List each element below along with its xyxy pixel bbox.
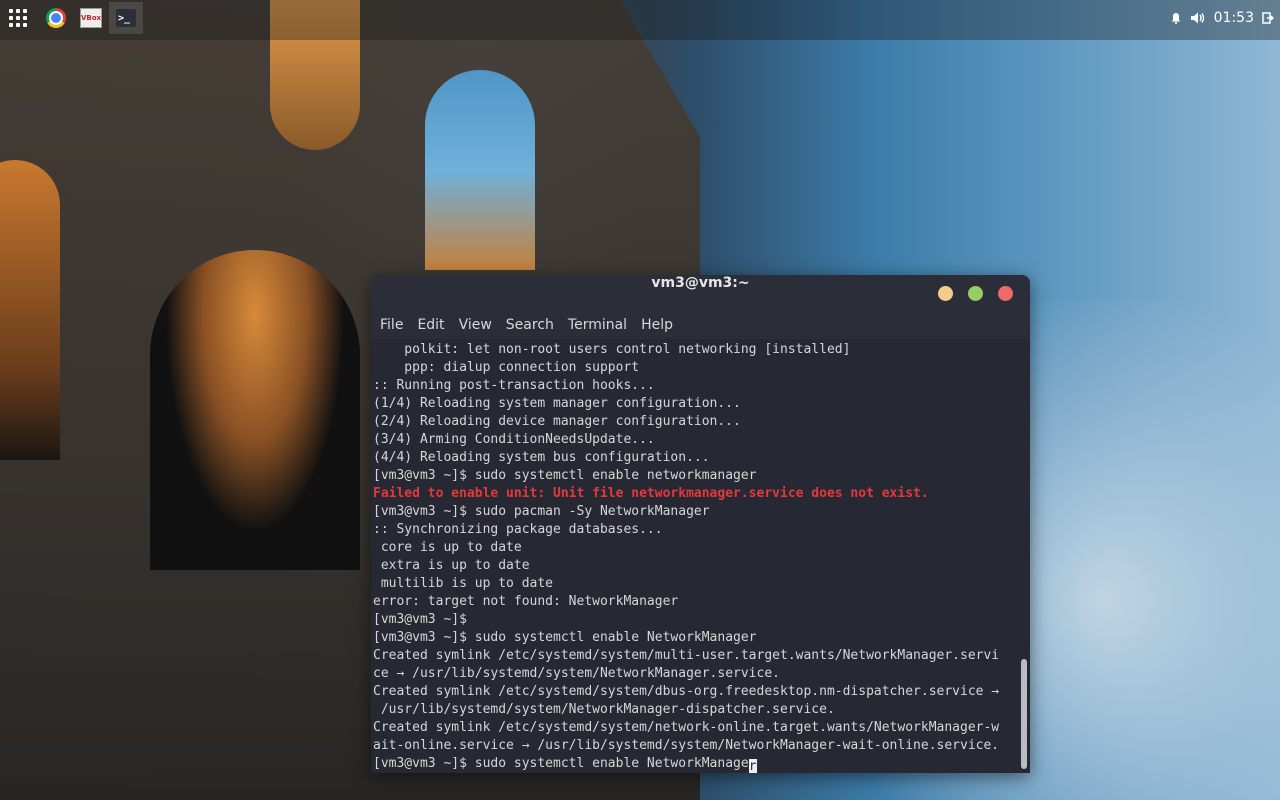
terminal-icon: >_ [116,9,136,27]
output-line: :: Running post-transaction hooks... [373,378,655,393]
output-line: [vm3@vm3 ~]$ [373,612,467,627]
output-line: [vm3@vm3 ~]$ sudo pacman -Sy NetworkMana… [373,504,710,519]
output-line: (1/4) Reloading system manager configura… [373,396,741,411]
output-line: Created symlink /etc/systemd/system/netw… [373,720,1000,735]
menu-help[interactable]: Help [641,317,681,333]
menu-terminal[interactable]: Terminal [568,317,635,333]
error-line: Failed to enable unit: Unit file network… [373,486,929,501]
system-tray: 01:53 [1170,0,1280,36]
clock[interactable]: 01:53 [1214,10,1254,26]
output-line: ppp: dialup connection support [373,360,640,375]
output-line: multilib is up to date [373,576,554,591]
app-grid-button[interactable] [1,2,35,34]
output-line: error: target not found: NetworkManager [373,594,679,609]
terminal-launcher[interactable]: >_ [109,2,143,34]
output-line: (2/4) Reloading device manager configura… [373,414,741,429]
wallpaper-arch [150,250,360,570]
menu-edit[interactable]: Edit [417,317,452,333]
output-line: ce → /usr/lib/systemd/system/NetworkMana… [373,666,780,681]
output-line: (3/4) Arming ConditionNeedsUpdate... [373,432,655,447]
output-line: [vm3@vm3 ~]$ sudo systemctl enable netwo… [373,468,757,483]
chrome-launcher[interactable] [39,2,73,34]
output-line: /usr/lib/systemd/system/NetworkManager-d… [373,702,835,717]
menu-view[interactable]: View [459,317,500,333]
maximize-button[interactable] [968,286,983,301]
volume-icon[interactable] [1190,11,1206,25]
taskbar: VBox >_ 01:53 [0,0,1280,36]
window-title: vm3@vm3:~ [651,275,750,291]
output-line: core is up to date [373,540,522,555]
output-line: ait-online.service → /usr/lib/systemd/sy… [373,738,1000,753]
prompt-text: [vm3@vm3 ~]$ sudo systemctl enable Netwo… [373,756,749,771]
wallpaper-arch [425,70,535,270]
output-line: (4/4) Reloading system bus configuration… [373,450,710,465]
wallpaper-arch [0,160,60,460]
virtualbox-launcher[interactable]: VBox [74,2,108,34]
output-lines: polkit: let non-root users control netwo… [373,341,1012,773]
output-line: polkit: let non-root users control netwo… [373,342,851,357]
bell-icon[interactable] [1170,12,1182,24]
logout-icon[interactable] [1262,12,1274,24]
terminal-output[interactable]: polkit: let non-root users control netwo… [371,339,1030,773]
title-bar[interactable]: vm3@vm3:~ [371,275,1030,311]
output-line: :: Synchronizing package databases... [373,522,663,537]
virtualbox-icon: VBox [80,8,102,28]
terminal-window[interactable]: vm3@vm3:~ File Edit View Search Terminal… [371,275,1030,773]
menu-file[interactable]: File [380,317,411,333]
prompt-line[interactable]: [vm3@vm3 ~]$ sudo systemctl enable Netwo… [373,755,1012,773]
menu-search[interactable]: Search [506,317,562,333]
chrome-icon [46,8,66,28]
app-grid-icon [9,9,27,27]
text-cursor: r [748,759,757,773]
output-line: Created symlink /etc/systemd/system/mult… [373,648,1000,663]
menu-bar: File Edit View Search Terminal Help [371,311,1030,339]
output-line: Created symlink /etc/systemd/system/dbus… [373,684,1000,699]
scrollbar-thumb[interactable] [1021,659,1027,769]
close-button[interactable] [998,286,1013,301]
output-line: [vm3@vm3 ~]$ sudo systemctl enable Netwo… [373,630,757,645]
minimize-button[interactable] [938,286,953,301]
output-line: extra is up to date [373,558,530,573]
